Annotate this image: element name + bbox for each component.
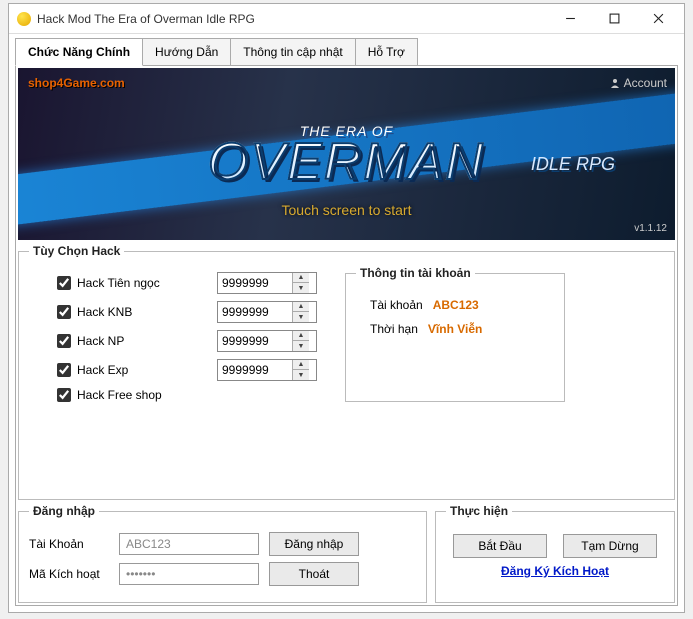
spinner-np: ▲▼	[217, 330, 317, 352]
login-key-label: Mã Kích hoạt	[29, 567, 109, 581]
check-knb: Hack KNB	[57, 305, 207, 319]
spin-down-icon[interactable]: ▼	[293, 341, 309, 351]
input-exp[interactable]	[218, 360, 292, 380]
options-grid: Hack Tiên ngọc ▲▼ Hack KNB ▲▼ Hack NP ▲▼…	[57, 272, 317, 402]
options-legend: Tùy Chọn Hack	[29, 244, 124, 258]
checkbox-free-shop[interactable]	[57, 388, 71, 402]
checkbox-exp[interactable]	[57, 363, 71, 377]
acct-label: Tài khoản	[370, 298, 423, 312]
login-acct-label: Tài Khoản	[29, 537, 109, 551]
login-legend: Đăng nhập	[29, 504, 99, 518]
check-free-shop: Hack Free shop	[57, 388, 207, 402]
spin-up-icon[interactable]: ▲	[293, 331, 309, 341]
banner-version: v1.1.12	[634, 223, 667, 234]
checkbox-np[interactable]	[57, 334, 71, 348]
spin-down-icon[interactable]: ▼	[293, 283, 309, 293]
login-key-input[interactable]	[119, 563, 259, 585]
execute-group: Thực hiện Bắt Đầu Tạm Dừng Đăng Ký Kích …	[435, 504, 675, 603]
acctinfo-legend: Thông tin tài khoản	[356, 266, 475, 280]
start-button[interactable]: Bắt Đầu	[453, 534, 547, 558]
input-np[interactable]	[218, 331, 292, 351]
tab-support[interactable]: Hỗ Trợ	[355, 38, 418, 66]
exit-button[interactable]: Thoát	[269, 562, 359, 586]
spin-down-icon[interactable]: ▼	[293, 370, 309, 380]
login-group: Đăng nhập Tài Khoản Đăng nhập Mã Kích ho…	[18, 504, 427, 603]
login-acct-input[interactable]	[119, 533, 259, 555]
spin-up-icon[interactable]: ▲	[293, 302, 309, 312]
spin-up-icon[interactable]: ▲	[293, 360, 309, 370]
close-button[interactable]	[636, 5, 680, 33]
spinner-exp: ▲▼	[217, 359, 317, 381]
input-knb[interactable]	[218, 302, 292, 322]
spinner-tien-ngoc: ▲▼	[217, 272, 317, 294]
acct-value: ABC123	[433, 298, 479, 312]
account-info-group: Thông tin tài khoản Tài khoản ABC123 Thời…	[345, 266, 565, 402]
tab-guide[interactable]: Hướng Dẫn	[142, 38, 231, 66]
input-tien-ngoc[interactable]	[218, 273, 292, 293]
titlebar: Hack Mod The Era of Overman Idle RPG	[9, 4, 684, 34]
banner-account-button[interactable]: Account	[610, 76, 667, 90]
tab-main[interactable]: Chức Năng Chính	[15, 38, 143, 66]
maximize-button[interactable]	[592, 5, 636, 33]
duration-label: Thời hạn	[370, 322, 418, 336]
main-window: Hack Mod The Era of Overman Idle RPG Chứ…	[8, 3, 685, 613]
register-link[interactable]: Đăng Ký Kích Hoạt	[501, 564, 609, 578]
login-button[interactable]: Đăng nhập	[269, 532, 359, 556]
exec-legend: Thực hiện	[446, 504, 512, 518]
checkbox-knb[interactable]	[57, 305, 71, 319]
banner-image: shop4Game.com Account THE ERA OF OVERMAN…	[18, 68, 675, 240]
check-tien-ngoc: Hack Tiên ngọc	[57, 276, 207, 290]
banner-touch-text: Touch screen to start	[18, 202, 675, 218]
app-icon	[17, 12, 31, 26]
duration-value: Vĩnh Viễn	[428, 322, 482, 336]
spin-up-icon[interactable]: ▲	[293, 273, 309, 283]
tab-bar: Chức Năng Chính Hướng Dẫn Thông tin cập …	[9, 34, 684, 66]
tab-content: shop4Game.com Account THE ERA OF OVERMAN…	[15, 65, 678, 606]
hack-options-group: Tùy Chọn Hack Hack Tiên ngọc ▲▼ Hack KNB…	[18, 244, 675, 500]
spin-down-icon[interactable]: ▼	[293, 312, 309, 322]
window-title: Hack Mod The Era of Overman Idle RPG	[37, 12, 548, 26]
user-icon	[610, 78, 620, 88]
pause-button[interactable]: Tạm Dừng	[563, 534, 657, 558]
check-np: Hack NP	[57, 334, 207, 348]
spinner-knb: ▲▼	[217, 301, 317, 323]
banner-watermark: shop4Game.com	[28, 76, 125, 90]
checkbox-tien-ngoc[interactable]	[57, 276, 71, 290]
tab-update[interactable]: Thông tin cập nhật	[230, 38, 355, 66]
minimize-button[interactable]	[548, 5, 592, 33]
check-exp: Hack Exp	[57, 363, 207, 377]
